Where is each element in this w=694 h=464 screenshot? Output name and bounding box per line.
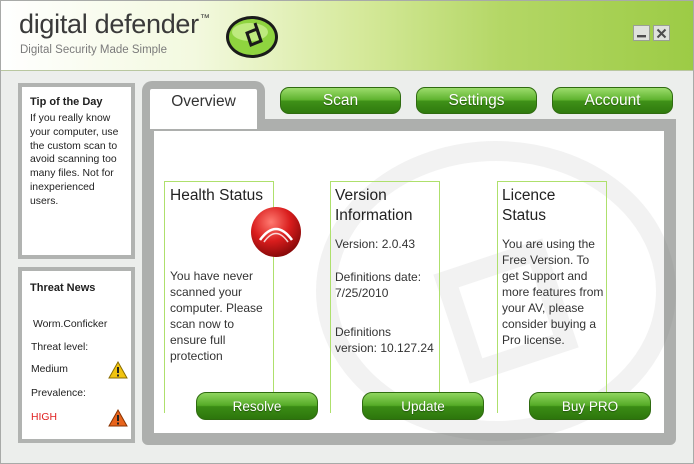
threat-level-value: Medium bbox=[31, 364, 68, 375]
tip-title: Tip of the Day bbox=[30, 96, 103, 108]
brand-name: digital defender™ bbox=[19, 9, 210, 39]
version-number: Version: 2.0.43 bbox=[335, 237, 416, 251]
version-information-title: Version Information bbox=[335, 187, 413, 224]
definitions-date: Definitions date: 7/25/2010 bbox=[335, 270, 422, 300]
health-status-title: Health Status bbox=[170, 187, 264, 204]
defender-d-logo-icon bbox=[226, 16, 278, 58]
tab-settings[interactable]: Settings bbox=[416, 87, 537, 114]
licence-status-title: Licence Status bbox=[502, 187, 556, 224]
trademark: ™ bbox=[199, 13, 210, 24]
definitions-version: Definitions version: 10.127.24 bbox=[335, 325, 434, 355]
tip-text: If you really know your computer, use th… bbox=[30, 113, 119, 207]
app-window: digital defender™ Digital Security Made … bbox=[0, 0, 694, 464]
buy-pro-button[interactable]: Buy PRO bbox=[529, 392, 651, 420]
tip-of-the-day-panel: Tip of the Day If you really know your c… bbox=[18, 83, 135, 259]
prevalence-label: Prevalence: bbox=[31, 388, 86, 399]
tagline: Digital Security Made Simple bbox=[20, 44, 168, 56]
health-status-icon bbox=[251, 207, 301, 257]
threat-news-title: Threat News bbox=[30, 282, 96, 294]
threat-news-panel: Threat News Worm.Conficker Threat level:… bbox=[18, 267, 135, 443]
minimize-button[interactable] bbox=[633, 25, 650, 41]
minimize-icon bbox=[637, 34, 646, 37]
prevalence-value: HIGH bbox=[31, 412, 57, 423]
title-bar[interactable]: digital defender™ Digital Security Made … bbox=[1, 1, 693, 71]
tab-scan[interactable]: Scan bbox=[280, 87, 401, 114]
warning-yellow-icon bbox=[108, 361, 128, 379]
tab-overview[interactable]: Overview bbox=[142, 81, 265, 129]
health-status-text: You have never scanned your computer. Pl… bbox=[170, 269, 263, 363]
update-button[interactable]: Update bbox=[362, 392, 484, 420]
warning-orange-icon bbox=[108, 409, 128, 427]
licence-status-text: You are using the Free Version. To get S… bbox=[502, 237, 604, 347]
close-icon bbox=[656, 28, 667, 38]
close-button[interactable] bbox=[653, 25, 670, 41]
resolve-button[interactable]: Resolve bbox=[196, 392, 318, 420]
threat-name: Worm.Conficker bbox=[33, 319, 108, 330]
threat-level-label: Threat level: bbox=[31, 342, 89, 353]
tab-account[interactable]: Account bbox=[552, 87, 673, 114]
